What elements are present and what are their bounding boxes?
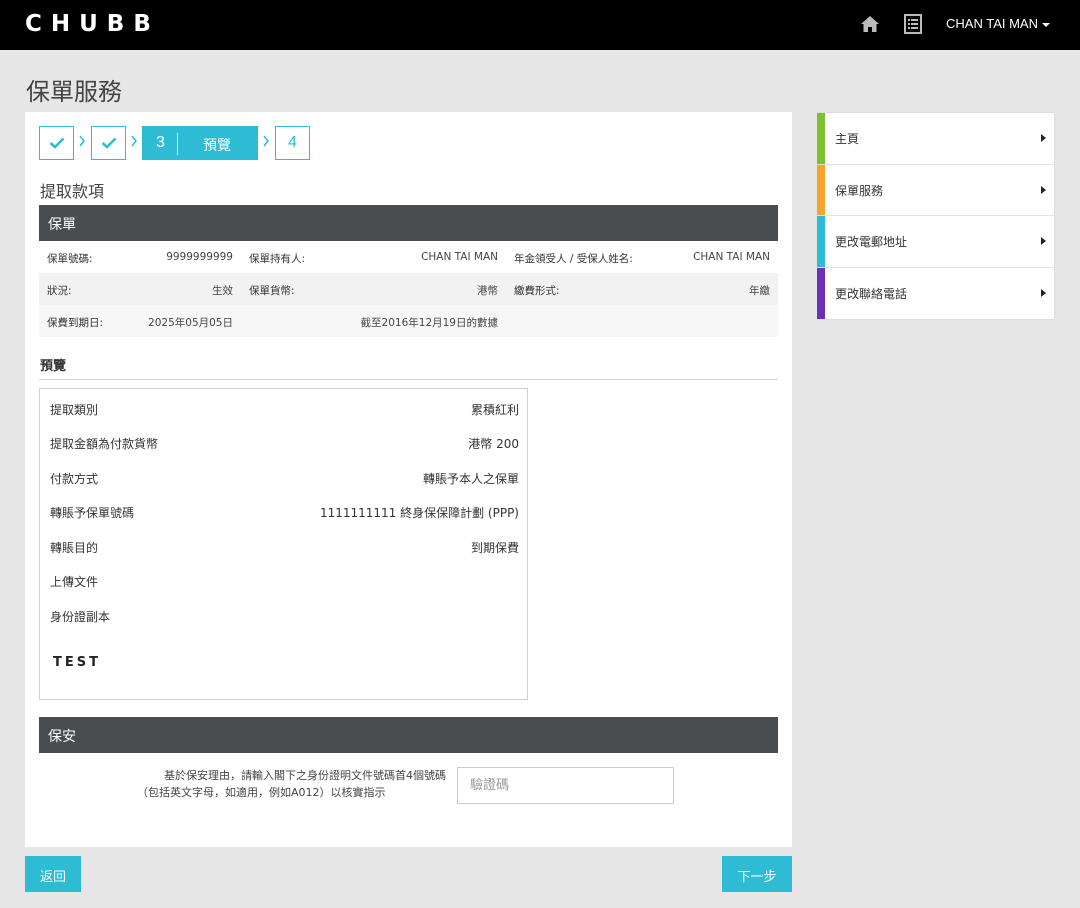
annuitant-label: 年金領受人 / 受保人姓名: [514,253,633,265]
caret-right-icon [1041,288,1046,297]
accent-stripe [817,267,825,319]
policy-number-value: 9999999999 [166,251,233,263]
step-chevron-icon [131,135,137,147]
security-section-bar: 保安 [39,717,778,753]
accent-stripe [817,113,825,164]
sidebar-item-change-email[interactable]: 更改電郵地址 [817,216,1054,268]
premium-due-label: 保費到期日: [47,317,104,329]
status-label: 狀況: [47,285,72,297]
step-4-upcoming: 4 [275,126,310,160]
transfer-purpose-value: 到期保費 [470,541,519,555]
payment-mode-label: 繳費形式: [514,285,560,297]
main-panel: 3 預覽 4 提取款項 保單 保單號碼: 9999999999 保單持有人: C… [25,112,792,847]
home-icon[interactable] [860,15,880,33]
policy-info-table: 保單號碼: 9999999999 保單持有人: CHAN TAI MAN 年金領… [39,241,778,337]
security-instruction: 基於保安理由，請輸入閣下之身份證明文件號碼首4個號碼 （包括英文字母，如適用，例… [137,767,446,801]
preview-row: 身份證副本 [50,608,519,624]
caret-right-icon [1041,237,1046,245]
preview-row: 轉賬予保單號碼 1111111111 終身保保障計劃 (PPP) [50,504,519,520]
top-navbar: CHUBB CHAN TAI MAN [0,0,1080,50]
annuitant-value: CHAN TAI MAN [693,251,770,263]
section-heading: 提取款項 [40,182,105,201]
security-instruction-line: （包括英文字母，如適用，例如A012）以核實指示 [137,786,386,799]
preview-row: 轉賬目的 到期保費 [50,539,519,555]
sidebar-item-change-phone[interactable]: 更改聯絡電話 [817,267,1054,319]
currency-label: 保單貨幣: [249,285,295,297]
id-copy-label: 身份證副本 [50,610,111,624]
verification-code-input[interactable] [457,767,674,804]
step-chevron-icon [263,135,269,147]
preview-row: 提取類別 累積紅利 [50,401,519,417]
data-as-of-note: 截至2016年12月19日的數據 [360,317,498,329]
preview-row: 付款方式 轉賬予本人之保單 [50,470,519,486]
status-value: 生效 [212,285,233,297]
accent-stripe [817,164,825,215]
payment-method-value: 轉賬予本人之保單 [422,472,519,486]
sidebar-item-label: 更改聯絡電話 [835,286,908,301]
caret-right-icon [1041,134,1046,142]
sidebar-item-policy-services[interactable]: 保單服務 [817,164,1054,216]
sidebar-item-home[interactable]: 主頁 [817,113,1054,165]
policy-info-row: 保單號碼: 9999999999 保單持有人: CHAN TAI MAN 年金領… [39,241,778,273]
payment-mode-value: 年繳 [749,285,770,297]
checkmark-icon [49,137,65,149]
user-menu[interactable]: CHAN TAI MAN [946,16,1050,31]
withdrawal-amount-label: 提取金額為付款貨幣 [50,437,159,451]
policy-holder-value: CHAN TAI MAN [421,251,498,263]
preview-row: 提取金額為付款貨幣 港幣 200 [50,435,519,451]
transfer-policy-value: 1111111111 終身保保障計劃 (PPP) [319,506,519,520]
user-name: CHAN TAI MAN [946,16,1038,31]
step-3-current: 3 預覽 [142,126,258,160]
policy-info-row: 狀況: 生效 保單貨幣: 港幣 繳費形式: 年繳 [39,273,778,305]
back-button[interactable]: 返回 [25,856,81,892]
step-number: 4 [288,134,297,151]
sidebar-item-label: 保單服務 [835,183,884,198]
sidebar-item-label: 更改電郵地址 [835,235,908,249]
step-chevron-icon [79,135,85,147]
upload-documents-label: 上傳文件 [50,575,99,589]
currency-value: 港幣 [477,285,498,297]
policy-info-row: 保費到期日: 2025年05月05日 截至2016年12月19日的數據 [39,305,778,337]
security-instruction-line: 基於保安理由，請輸入閣下之身份證明文件號碼首4個號碼 [164,769,446,782]
policy-section-bar: 保單 [39,205,778,241]
step-1-completed[interactable] [39,126,74,160]
withdrawal-type-label: 提取類別 [50,403,99,417]
step-2-completed[interactable] [91,126,126,160]
caret-down-icon [1041,22,1050,27]
premium-due-value: 2025年05月05日 [148,317,233,329]
page-title: 保單服務 [26,78,122,106]
step-label: 預覽 [203,138,231,154]
transfer-purpose-label: 轉賬目的 [50,541,99,555]
next-button[interactable]: 下一步 [722,856,792,892]
transfer-policy-label: 轉賬予保單號碼 [50,506,135,520]
withdrawal-type-value: 累積紅利 [470,403,519,417]
accent-stripe [817,216,825,267]
chubb-logo[interactable]: CHUBB [25,11,160,37]
policy-holder-label: 保單持有人: [249,253,306,265]
payment-method-label: 付款方式 [50,472,99,486]
step-number: 3 [156,134,165,151]
sidebar-menu: 主頁 保單服務 更改電郵地址 更改聯絡電話 [817,112,1055,320]
preview-title: 預覽 [40,359,67,374]
preview-box: 提取類別 累積紅利 提取金額為付款貨幣 港幣 200 付款方式 轉賬予本人之保單… [39,388,528,700]
caret-right-icon [1041,185,1046,194]
policy-number-label: 保單號碼: [47,253,93,265]
withdrawal-amount-value: 港幣 200 [468,437,519,451]
checkmark-icon [101,137,117,149]
document-list-icon[interactable] [904,14,922,34]
preview-row: 上傳文件 [50,573,519,589]
uploaded-document-image[interactable]: TEST [53,655,101,670]
divider [39,379,778,380]
sidebar-item-label: 主頁 [835,132,860,146]
